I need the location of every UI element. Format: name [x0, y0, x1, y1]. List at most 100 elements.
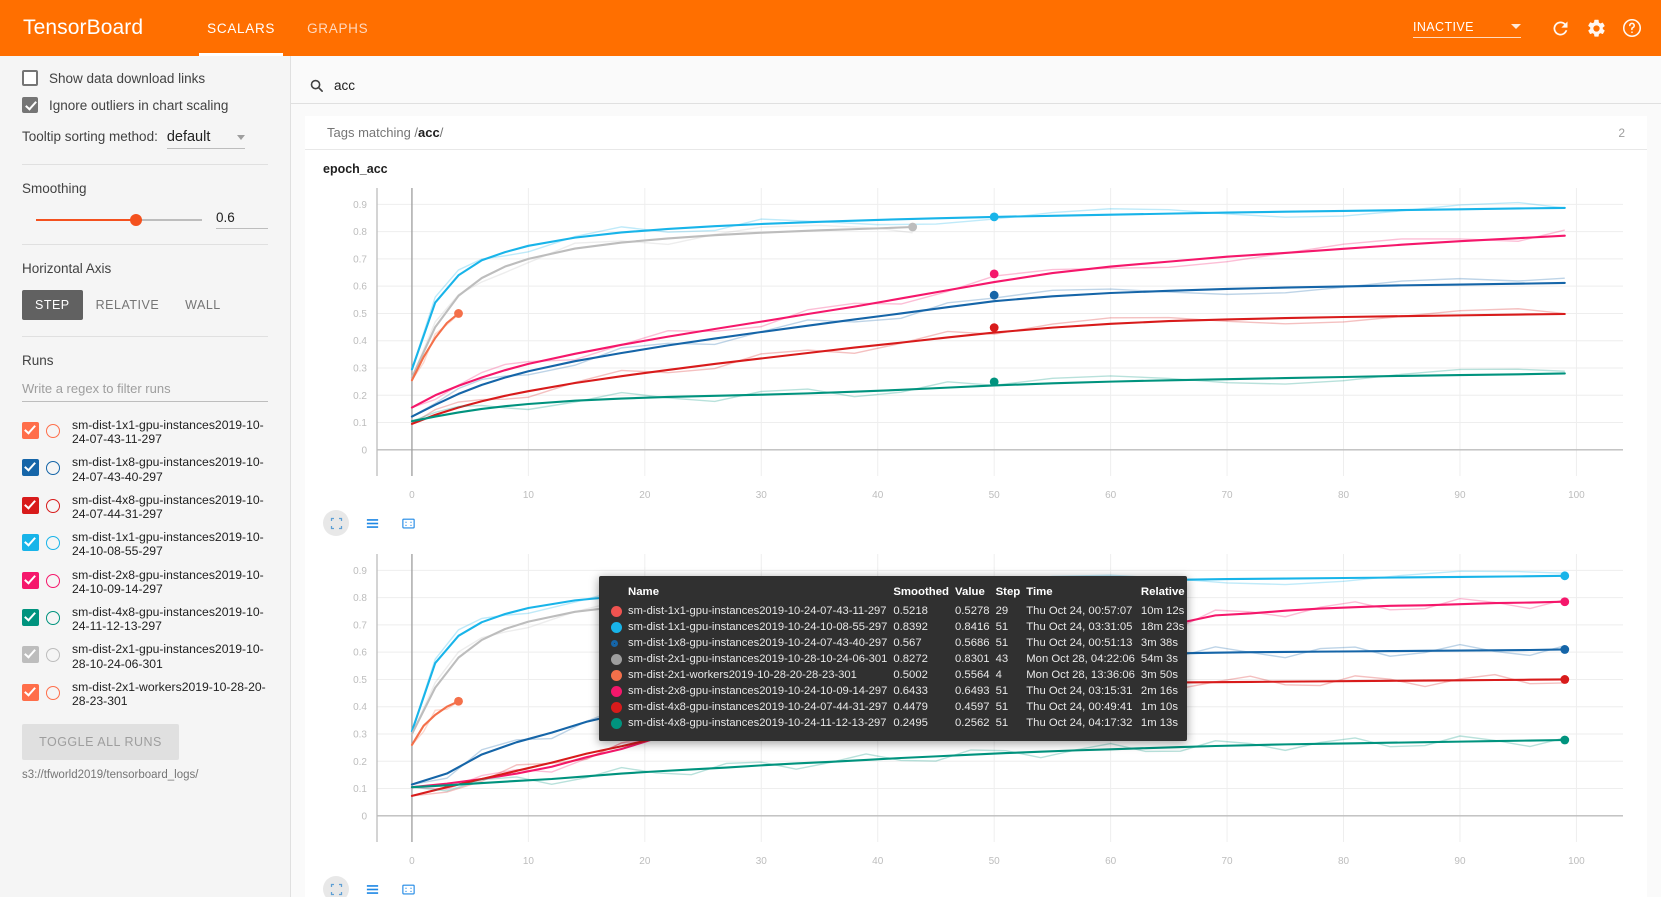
- run-checkbox[interactable]: [22, 571, 39, 589]
- run-radio[interactable]: [46, 685, 60, 700]
- run-checkbox[interactable]: [22, 459, 39, 477]
- run-item[interactable]: sm-dist-1x8-gpu-instances2019-10-24-07-4…: [22, 453, 268, 484]
- series-marker[interactable]: [1560, 597, 1570, 607]
- run-radio[interactable]: [46, 611, 60, 626]
- series-marker[interactable]: [989, 323, 999, 333]
- tooltip-cell-name: sm-dist-2x1-workers2019-10-28-20-28-23-3…: [628, 669, 857, 681]
- tooltip-row: sm-dist-4x8-gpu-instances2019-10-24-11-1…: [611, 715, 1191, 731]
- series-marker[interactable]: [908, 222, 918, 232]
- tooltip-col-time[interactable]: Time: [1026, 584, 1141, 603]
- x-tick-label: 0: [409, 856, 415, 867]
- series-marker[interactable]: [454, 696, 463, 706]
- series-marker[interactable]: [1560, 735, 1570, 745]
- series-line[interactable]: [410, 225, 914, 379]
- series-marker[interactable]: [989, 377, 999, 387]
- tooltip-row: sm-dist-1x1-gpu-instances2019-10-24-07-4…: [611, 603, 1191, 619]
- smoothing-slider-knob[interactable]: [129, 213, 142, 226]
- series-line[interactable]: [410, 281, 1566, 418]
- tooltip-header-row: Name Smoothed Value Step Time Relative: [611, 584, 1191, 603]
- tooltip-cell-time: Thu Oct 24, 03:15:31: [1026, 685, 1133, 697]
- tooltip-cell-step: 29: [995, 605, 1009, 617]
- tooltip-sorting-label: Tooltip sorting method:: [22, 129, 158, 144]
- tooltip-col-step[interactable]: Step: [996, 584, 1027, 603]
- run-item[interactable]: sm-dist-4x8-gpu-instances2019-10-24-11-1…: [22, 603, 268, 633]
- ignore-outliers-checkbox[interactable]: [22, 97, 38, 113]
- fit-domain-icon[interactable]: [323, 876, 349, 897]
- reload-mode-select[interactable]: INACTIVE: [1413, 19, 1521, 38]
- y-tick-label: 0.9: [353, 566, 367, 577]
- toggle-all-runs-button[interactable]: TOGGLE ALL RUNS: [22, 724, 179, 761]
- haxis-relative-button[interactable]: RELATIVE: [83, 290, 173, 320]
- tooltip-col-name[interactable]: Name: [628, 584, 893, 603]
- tooltip-cell-smoothed: 0.5002: [893, 669, 928, 681]
- tooltip-cell-relative: 3m 50s: [1140, 669, 1178, 681]
- tooltip-col-relative[interactable]: Relative: [1141, 584, 1191, 603]
- smoothing-slider[interactable]: [36, 213, 202, 226]
- runs-filter-input[interactable]: [22, 378, 268, 402]
- tooltip-cell-value: 0.8301: [955, 653, 990, 665]
- series-marker[interactable]: [989, 290, 999, 300]
- series-line[interactable]: [410, 312, 1566, 425]
- run-radio[interactable]: [46, 573, 60, 588]
- haxis-step-button[interactable]: STEP: [22, 290, 83, 320]
- run-radio[interactable]: [46, 648, 60, 663]
- ignore-outliers-row[interactable]: Ignore outliers in chart scaling: [22, 97, 268, 113]
- smoothing-value-input[interactable]: 0.6: [216, 210, 268, 229]
- series-dot: [611, 605, 622, 617]
- tag-card-header[interactable]: Tags matching /acc/ 2: [305, 116, 1647, 150]
- refresh-icon[interactable]: [1545, 13, 1575, 43]
- series-color-dot: [611, 667, 628, 683]
- help-icon[interactable]: [1617, 13, 1647, 43]
- tab-scalars[interactable]: SCALARS: [191, 0, 291, 56]
- run-radio[interactable]: [46, 424, 60, 438]
- show-download-links-row[interactable]: Show data download links: [22, 70, 268, 86]
- tooltip-cell-relative: 2m 16s: [1140, 685, 1178, 697]
- series-marker[interactable]: [1560, 645, 1570, 654]
- tab-graphs[interactable]: GRAPHS: [291, 0, 384, 56]
- show-download-links-checkbox[interactable]: [22, 70, 38, 86]
- tooltip-col-smoothed[interactable]: Smoothed: [893, 584, 955, 603]
- series-marker[interactable]: [989, 269, 999, 279]
- fit-domain-icon[interactable]: [323, 510, 349, 536]
- run-checkbox[interactable]: [22, 422, 39, 439]
- toggle-lines-icon[interactable]: [359, 876, 385, 897]
- tooltip-sorting-select[interactable]: default: [166, 129, 245, 149]
- run-radio[interactable]: [46, 536, 60, 551]
- series-marker[interactable]: [989, 212, 999, 222]
- series-dot: [611, 685, 622, 697]
- haxis-wall-button[interactable]: WALL: [172, 290, 234, 320]
- run-item[interactable]: sm-dist-1x1-gpu-instances2019-10-24-07-4…: [22, 416, 268, 446]
- series-marker[interactable]: [454, 309, 463, 318]
- tooltip-col-value[interactable]: Value: [955, 584, 996, 603]
- run-checkbox[interactable]: [22, 683, 39, 701]
- y-tick-label: 0.7: [353, 620, 367, 631]
- run-item[interactable]: sm-dist-2x1-workers2019-10-28-20-28-23-3…: [22, 678, 268, 708]
- series-marker[interactable]: [1560, 675, 1570, 684]
- chart-plot-top[interactable]: 0 0.1 0.2 0.3 0.4 0.5 0.6 0.7 0.8 0.9 0 10 20 30 40 50 6…: [305, 176, 1647, 506]
- y-tick-label: 0.8: [353, 227, 367, 238]
- run-radio[interactable]: [46, 461, 60, 476]
- y-tick-label: 0.7: [353, 254, 367, 265]
- y-tick-label: 0.9: [353, 200, 367, 211]
- run-item[interactable]: sm-dist-4x8-gpu-instances2019-10-24-07-4…: [22, 491, 268, 521]
- expand-icon[interactable]: [395, 510, 421, 536]
- y-tick-label: 0: [361, 811, 367, 822]
- y-tick-label: 0.1: [353, 418, 367, 429]
- expand-icon[interactable]: [395, 876, 421, 897]
- run-item[interactable]: sm-dist-1x1-gpu-instances2019-10-24-10-0…: [22, 528, 268, 558]
- chart-svg-top[interactable]: 0 0.1 0.2 0.3 0.4 0.5 0.6 0.7 0.8 0.9 0 10 20 30 40 50 6…: [305, 176, 1635, 506]
- run-item[interactable]: sm-dist-2x1-gpu-instances2019-10-28-10-2…: [22, 640, 268, 671]
- run-checkbox[interactable]: [22, 609, 39, 627]
- series-dot: [611, 639, 618, 647]
- run-radio[interactable]: [46, 498, 60, 513]
- settings-icon[interactable]: [1581, 13, 1611, 43]
- search-input[interactable]: [332, 77, 812, 94]
- toggle-lines-icon[interactable]: [359, 510, 385, 536]
- run-item[interactable]: sm-dist-2x8-gpu-instances2019-10-24-10-0…: [22, 566, 268, 596]
- run-checkbox[interactable]: [22, 534, 39, 552]
- run-label: sm-dist-2x8-gpu-instances2019-10-24-10-0…: [72, 567, 264, 596]
- run-checkbox[interactable]: [22, 496, 39, 514]
- series-marker[interactable]: [1560, 571, 1570, 581]
- run-checkbox[interactable]: [22, 646, 39, 664]
- tooltip-cell-step: 43: [995, 653, 1009, 665]
